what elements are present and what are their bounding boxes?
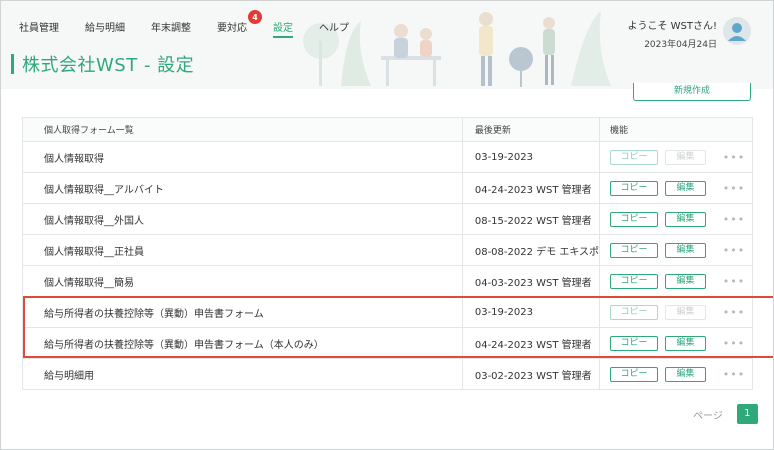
column-header-more (722, 117, 753, 142)
nav-item-employees[interactable]: 社員管理 (19, 19, 59, 34)
form-updated: 03-19-2023 (462, 296, 601, 328)
row-menu-cell: ••• (722, 296, 753, 328)
edit-button: 編集 (665, 149, 707, 165)
copy-button[interactable]: コピー (610, 149, 659, 165)
form-name[interactable]: 個人情報取得__簡易 (22, 265, 463, 297)
forms-table: 個人取得フォーム一覧 最後更新 機能 個人情報取得 03-19-2023 コピー 編集… (22, 117, 753, 390)
welcome-text: ようこそ WSTさん! (627, 21, 717, 32)
form-actions: コピー 編集 (599, 296, 723, 328)
row-menu-cell: ••• (722, 141, 753, 173)
column-header-name: 個人取得フォーム一覧 (22, 117, 463, 142)
top-nav: 社員管理 給与明細 年末調整 要対応 4 設定 ヘルプ (19, 10, 375, 38)
form-name[interactable]: 給与所得者の扶養控除等（異動）申告書フォーム（本人のみ） (22, 327, 463, 359)
form-actions: コピー 編集 (599, 172, 723, 204)
form-actions: コピー 編集 (599, 358, 723, 390)
form-name[interactable]: 給与所得者の扶養控除等（異動）申告書フォーム (22, 296, 463, 328)
more-options-icon[interactable]: ••• (723, 213, 745, 226)
edit-button[interactable]: 編集 (665, 211, 707, 227)
form-updated: 03-19-2023 (462, 141, 601, 173)
row-menu-cell: ••• (722, 265, 753, 297)
nav-item-settings[interactable]: 設定 (273, 19, 293, 38)
row-menu-cell: ••• (722, 203, 753, 235)
table-row: 給与所得者の扶養控除等（異動）申告書フォーム 03-19-2023 コピー 編集 ••• (22, 296, 753, 328)
pagination: ページ 1 (693, 404, 758, 424)
row-menu-cell: ••• (722, 234, 753, 266)
page-number-button[interactable]: 1 (736, 404, 758, 424)
form-name[interactable]: 給与明細用 (22, 358, 463, 390)
more-options-icon[interactable]: ••• (723, 151, 745, 164)
form-name[interactable]: 個人情報取得__外国人 (22, 203, 463, 235)
row-menu-cell: ••• (722, 327, 753, 359)
form-updated: 03-02-2023 WST 管理者 (462, 358, 601, 390)
edit-button[interactable]: 編集 (665, 242, 707, 258)
table-row: 個人情報取得__簡易 04-03-2023 WST 管理者 コピー 編集 ••• (22, 265, 753, 297)
table-row: 個人情報取得__外国人 08-15-2022 WST 管理者 コピー 編集 ••• (22, 203, 753, 235)
app-window: 社員管理 給与明細 年末調整 要対応 4 設定 ヘルプ ようこそ WSTさん! … (0, 0, 774, 450)
table-row: 個人情報取得__アルバイト 04-24-2023 WST 管理者 コピー 編集 ••• (22, 172, 753, 204)
table-header-row: 個人取得フォーム一覧 最後更新 機能 (22, 117, 753, 142)
copy-button[interactable]: コピー (610, 335, 659, 351)
form-name[interactable]: 個人情報取得__正社員 (22, 234, 463, 266)
nav-item-help[interactable]: ヘルプ (319, 19, 349, 34)
form-updated: 04-24-2023 WST 管理者 (462, 327, 601, 359)
edit-button[interactable]: 編集 (665, 366, 707, 382)
form-actions: コピー 編集 (599, 141, 723, 173)
nav-item-action-required[interactable]: 要対応 4 (217, 10, 262, 34)
form-actions: コピー 編集 (599, 203, 723, 235)
header: 社員管理 給与明細 年末調整 要対応 4 設定 ヘルプ ようこそ WSTさん! … (1, 1, 773, 89)
column-header-updated: 最後更新 (462, 117, 601, 142)
copy-button[interactable]: コピー (610, 211, 659, 227)
form-updated: 08-15-2022 WST 管理者 (462, 203, 601, 235)
copy-button[interactable]: コピー (610, 273, 659, 289)
user-info: ようこそ WSTさん! 2023年04月24日 (627, 17, 717, 50)
copy-button[interactable]: コピー (610, 242, 659, 258)
copy-button[interactable]: コピー (610, 366, 659, 382)
form-name[interactable]: 個人情報取得 (22, 141, 463, 173)
copy-button[interactable]: コピー (610, 304, 659, 320)
table-row: 個人情報取得 03-19-2023 コピー 編集 ••• (22, 141, 753, 173)
form-name[interactable]: 個人情報取得__アルバイト (22, 172, 463, 204)
form-updated: 08-08-2022 デモ エキスポ (462, 234, 601, 266)
form-actions: コピー 編集 (599, 265, 723, 297)
more-options-icon[interactable]: ••• (723, 306, 745, 319)
new-form-button[interactable]: 新規作成 (633, 83, 751, 101)
form-updated: 04-03-2023 WST 管理者 (462, 265, 601, 297)
nav-item-action-required-label: 要対応 (217, 23, 247, 34)
page-title-text: 株式会社WST - 設定 (22, 55, 195, 76)
more-options-icon[interactable]: ••• (723, 368, 745, 381)
user-icon (723, 17, 751, 45)
nav-item-year-end[interactable]: 年末調整 (151, 19, 191, 34)
more-options-icon[interactable]: ••• (723, 275, 745, 288)
nav-item-payslip[interactable]: 給与明細 (85, 19, 125, 34)
more-options-icon[interactable]: ••• (723, 182, 745, 195)
form-actions: コピー 編集 (599, 234, 723, 266)
copy-button[interactable]: コピー (610, 180, 659, 196)
header-illustration (303, 11, 611, 87)
pagination-label: ページ (693, 410, 723, 422)
page-title: 株式会社WST - 設定 (11, 51, 194, 77)
table-row: 給与所得者の扶養控除等（異動）申告書フォーム（本人のみ） 04-24-2023 W… (22, 327, 753, 359)
more-options-icon[interactable]: ••• (723, 244, 745, 257)
column-header-function: 機能 (599, 117, 723, 142)
title-accent-bar (11, 54, 14, 74)
form-actions: コピー 編集 (599, 327, 723, 359)
table-row: 給与明細用 03-02-2023 WST 管理者 コピー 編集 ••• (22, 358, 753, 390)
table-row: 個人情報取得__正社員 08-08-2022 デモ エキスポ コピー 編集 ••• (22, 234, 753, 266)
row-menu-cell: ••• (722, 358, 753, 390)
edit-button: 編集 (665, 304, 707, 320)
edit-button[interactable]: 編集 (665, 335, 707, 351)
edit-button[interactable]: 編集 (665, 180, 707, 196)
row-menu-cell: ••• (722, 172, 753, 204)
notification-badge: 4 (248, 10, 262, 24)
avatar[interactable] (723, 17, 751, 45)
form-updated: 04-24-2023 WST 管理者 (462, 172, 601, 204)
current-date: 2023年04月24日 (644, 40, 717, 50)
edit-button[interactable]: 編集 (665, 273, 707, 289)
more-options-icon[interactable]: ••• (723, 337, 745, 350)
